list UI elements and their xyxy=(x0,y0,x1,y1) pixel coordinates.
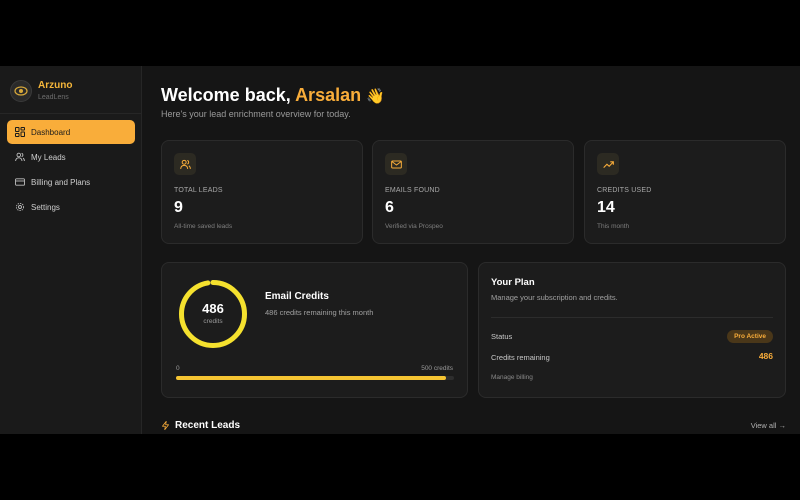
dashboard-icon xyxy=(15,127,25,137)
brand[interactable]: Arzuno LeadLens xyxy=(10,76,72,106)
credits-ring: 486 credits xyxy=(177,278,249,350)
stat-note: Verified via Prospeo xyxy=(385,223,443,230)
stat-note: All-time saved leads xyxy=(174,223,233,230)
mail-icon xyxy=(385,153,407,175)
recent-leads-title: Recent Leads xyxy=(175,420,241,431)
plan-title: Your Plan xyxy=(491,277,535,288)
plan-divider xyxy=(491,317,773,318)
sidebar-item-label: Settings xyxy=(31,202,60,212)
progress-max-label: 500 credits xyxy=(421,365,453,372)
user-name: Arsalan xyxy=(295,85,362,105)
letterbox-bottom xyxy=(0,434,800,500)
trending-up-icon xyxy=(597,153,619,175)
sidebar: Arzuno LeadLens Dashboard My Leads Billi… xyxy=(0,66,142,434)
credits-ring-value: 486 xyxy=(202,301,224,316)
credits-title: Email Credits xyxy=(265,291,329,302)
plan-credits-label: Credits remaining xyxy=(491,353,550,362)
plan-subtitle: Manage your subscription and credits. xyxy=(491,293,618,302)
brand-name: Arzuno xyxy=(38,79,73,91)
letterbox-top xyxy=(0,0,800,66)
stat-note: This month xyxy=(597,223,630,230)
sidebar-item-my-leads[interactable]: My Leads xyxy=(7,145,135,169)
main-content: Welcome back, Arsalan 👋 Here's your lead… xyxy=(143,66,800,434)
manage-billing-link[interactable]: Manage billing xyxy=(491,374,533,381)
page-subtitle: Here's your lead enrichment overview for… xyxy=(161,109,351,119)
brand-product: LeadLens xyxy=(38,93,69,101)
users-icon xyxy=(15,152,25,162)
stat-value: 9 xyxy=(174,199,183,216)
sidebar-item-dashboard[interactable]: Dashboard xyxy=(7,120,135,144)
sidebar-item-settings[interactable]: Settings xyxy=(7,195,135,219)
credits-progress-bar xyxy=(176,376,454,380)
sidebar-item-label: Dashboard xyxy=(31,127,71,137)
stat-card-total-leads: TOTAL LEADS 9 All-time saved leads xyxy=(161,140,363,244)
status-badge: Pro Active xyxy=(727,330,773,343)
stat-label: TOTAL LEADS xyxy=(174,187,223,194)
stat-label: EMAILS FOUND xyxy=(385,187,440,194)
page-title: Welcome back, Arsalan 👋 xyxy=(161,85,385,106)
sidebar-divider xyxy=(0,113,141,114)
gear-icon xyxy=(15,202,25,212)
app-window: Arzuno LeadLens Dashboard My Leads Billi… xyxy=(0,66,800,434)
email-credits-card: 486 credits Email Credits 486 credits re… xyxy=(161,262,468,398)
view-all-link[interactable]: View all → xyxy=(751,421,786,430)
credit-card-icon xyxy=(15,177,25,187)
brand-logo-icon xyxy=(10,80,32,102)
credits-subtitle: 486 credits remaining this month xyxy=(265,308,374,317)
users-icon xyxy=(174,153,196,175)
sidebar-nav: Dashboard My Leads Billing and Plans Set… xyxy=(7,120,135,220)
sidebar-item-billing[interactable]: Billing and Plans xyxy=(7,170,135,194)
recent-leads-heading: Recent Leads xyxy=(161,420,240,431)
plan-card: Your Plan Manage your subscription and c… xyxy=(478,262,786,398)
stat-value: 6 xyxy=(385,199,394,216)
stat-value: 14 xyxy=(597,199,615,216)
wave-emoji: 👋 xyxy=(366,88,385,105)
sidebar-item-label: My Leads xyxy=(31,152,66,162)
greeting-text: Welcome back, xyxy=(161,85,296,105)
lightning-icon xyxy=(162,421,169,430)
plan-credits-value: 486 xyxy=(758,351,773,361)
plan-status-label: Status xyxy=(491,332,513,341)
progress-min-label: 0 xyxy=(176,365,180,372)
credits-progress-fill xyxy=(176,376,447,380)
credits-ring-unit: credits xyxy=(203,318,223,325)
stat-label: CREDITS USED xyxy=(597,187,652,194)
sidebar-item-label: Billing and Plans xyxy=(31,177,91,187)
stat-card-emails-found: EMAILS FOUND 6 Verified via Prospeo xyxy=(372,140,574,244)
stat-card-credits-used: CREDITS USED 14 This month xyxy=(584,140,786,244)
